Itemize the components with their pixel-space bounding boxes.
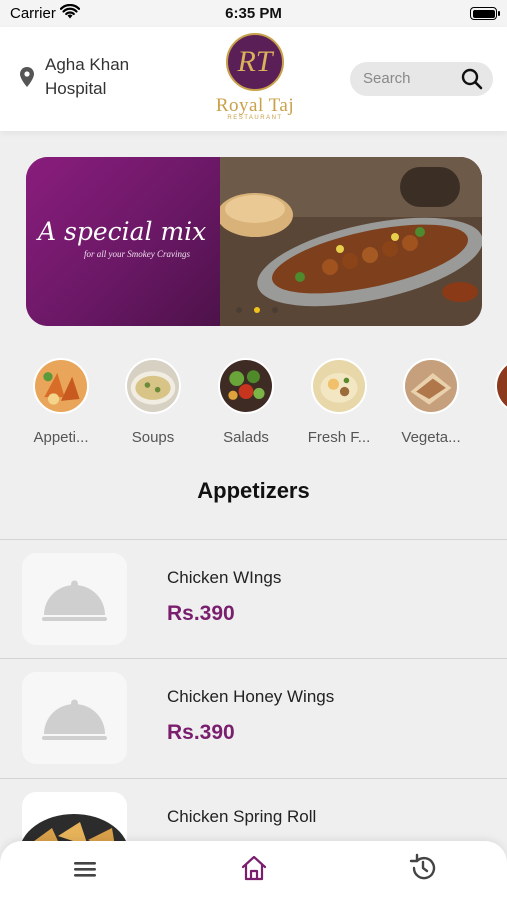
banner-title: A special mix (38, 217, 207, 246)
category-appetizers[interactable]: Appeti... (26, 358, 96, 446)
bottom-nav (0, 841, 507, 900)
search-input[interactable]: Search (350, 62, 493, 96)
menu-item[interactable]: Chicken WIngs Rs.390 (0, 539, 507, 659)
menu-item[interactable]: Chicken Honey Wings Rs.390 (0, 658, 507, 778)
app-header: Agha Khan Hospital RT Royal Taj RESTAURA… (0, 27, 507, 131)
salads-image (218, 358, 274, 414)
carousel-dot-active[interactable] (254, 307, 260, 313)
category-label: Vegeta... (401, 429, 461, 446)
item-price: Rs.390 (167, 602, 235, 625)
search-icon[interactable] (461, 68, 483, 90)
location-pin-icon (20, 67, 34, 87)
carousel-dot[interactable] (236, 307, 242, 313)
item-name: Chicken WIngs (167, 568, 282, 587)
banner-subtitle: for all your Smokey Cravings (84, 249, 190, 259)
home-icon[interactable] (239, 853, 269, 883)
soups-image (125, 358, 181, 414)
history-icon[interactable] (408, 853, 438, 883)
category-more[interactable]: Ro (488, 358, 507, 446)
category-label: Fresh F... (307, 429, 371, 446)
search-placeholder: Search (363, 70, 411, 87)
appetizers-image (33, 358, 89, 414)
cloche-icon (42, 580, 107, 621)
category-label: Appeti... (33, 429, 89, 446)
section-title: Appetizers (197, 478, 310, 503)
banner-food-image (220, 157, 482, 326)
category-soups[interactable]: Soups (118, 358, 188, 446)
battery-icon (470, 7, 500, 20)
item-name: Chicken Honey Wings (167, 687, 335, 706)
category-label: Soups (131, 429, 175, 446)
vegetables-image (403, 358, 459, 414)
category-label: Ro (488, 429, 507, 446)
logo-name: Royal Taj (215, 95, 295, 116)
restaurant-logo: RT Royal Taj RESTAURANT (203, 31, 307, 127)
category-vegetables[interactable]: Vegeta... (396, 358, 466, 446)
cloche-icon (42, 699, 107, 740)
category-image (495, 358, 507, 414)
status-time: 6:35 PM (225, 5, 282, 22)
item-name: Chicken Spring Roll (167, 807, 317, 826)
category-row: Appeti... Soups Salads Fresh F... Vegeta… (0, 358, 507, 448)
logo-monogram: RT (226, 33, 284, 91)
carousel-dots (236, 307, 278, 313)
category-fresh[interactable]: Fresh F... (304, 358, 374, 446)
category-label: Salads (223, 429, 269, 446)
fresh-image (311, 358, 367, 414)
promo-banner[interactable]: A special mix for all your Smokey Cravin… (26, 157, 482, 326)
status-bar: Carrier 6:35 PM (0, 0, 507, 27)
location-label[interactable]: Agha Khan Hospital (45, 53, 165, 101)
category-salads[interactable]: Salads (211, 358, 281, 446)
item-thumbnail (22, 553, 127, 645)
item-thumbnail (22, 672, 127, 764)
carousel-dot[interactable] (272, 307, 278, 313)
item-price: Rs.390 (167, 721, 235, 744)
menu-icon[interactable] (72, 857, 98, 881)
